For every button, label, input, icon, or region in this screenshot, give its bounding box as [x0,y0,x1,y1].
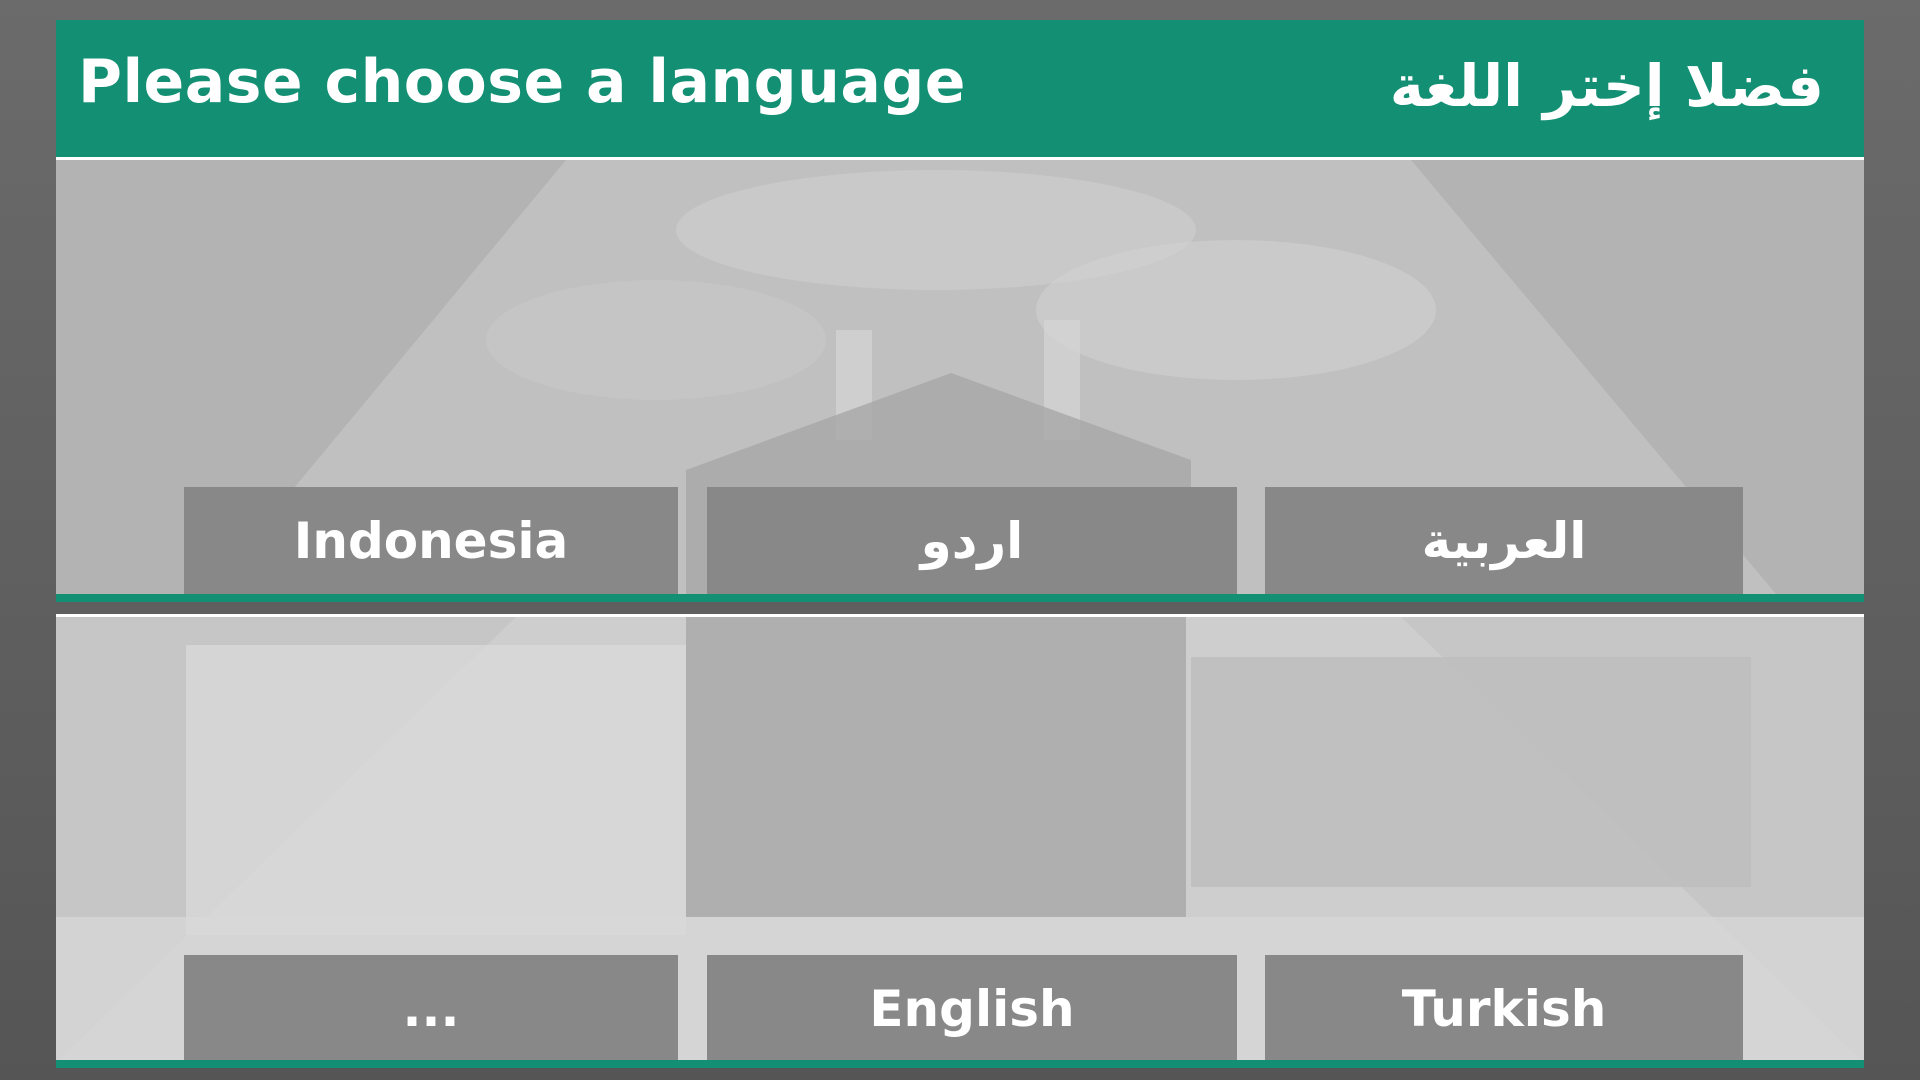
language-label-urdu: اردو [920,512,1024,570]
language-label-turkish: Turkish [1401,980,1607,1038]
page-title-arabic: فضلا إختر اللغة [1389,52,1824,120]
page-title-english: Please choose a language [78,47,966,117]
header-divider [56,157,1864,160]
language-button-arabic[interactable]: العربية [1265,487,1743,595]
language-label-more: ... [402,980,460,1038]
language-label-indonesia: Indonesia [293,512,569,570]
row2-accent-bar [56,1060,1864,1068]
language-button-more[interactable]: ... [184,955,678,1063]
language-label-arabic: العربية [1421,512,1587,570]
row-divider [56,614,1864,617]
language-button-urdu[interactable]: اردو [707,487,1237,595]
language-button-english[interactable]: English [707,955,1237,1063]
row1-accent-bar [56,594,1864,602]
language-label-english: English [869,980,1075,1038]
language-button-indonesia[interactable]: Indonesia [184,487,678,595]
language-button-turkish[interactable]: Turkish [1265,955,1743,1063]
